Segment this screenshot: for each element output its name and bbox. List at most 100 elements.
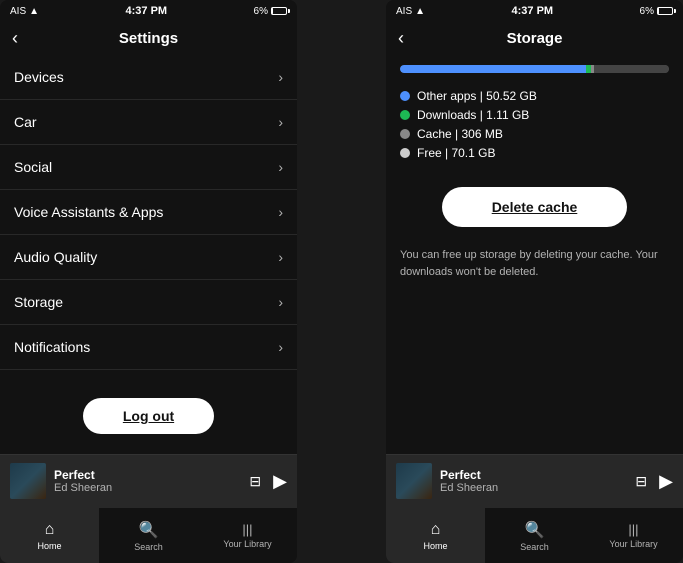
track-artist-right: Ed Sheeran [440, 482, 498, 494]
wifi-icon-left: ▲ [29, 6, 39, 17]
car-label: Car [14, 114, 37, 130]
chevron-social: › [278, 159, 283, 175]
search-icon-right: 🔍 [525, 520, 545, 540]
status-right-right: 6% [640, 6, 673, 17]
nav-library-left[interactable]: ||| Your Library [198, 508, 297, 563]
storage-panel: AIS ▲ 4:37 PM 6% ‹ Storage Other apps | … [386, 0, 683, 563]
storage-legend: Other apps | 50.52 GB Downloads | 1.11 G… [386, 81, 683, 173]
legend-other-apps: Other apps | 50.52 GB [400, 89, 669, 103]
settings-item-notifications[interactable]: Notifications › [0, 325, 297, 370]
voice-label: Voice Assistants & Apps [14, 204, 163, 220]
library-icon-right: ||| [628, 522, 638, 537]
nav-search-right[interactable]: 🔍 Search [485, 508, 584, 563]
dot-free [400, 148, 410, 158]
settings-item-devices[interactable]: Devices › [0, 55, 297, 100]
battery-icon-right [657, 7, 673, 15]
label-cache: Cache | 306 MB [417, 127, 503, 141]
status-left-right: AIS ▲ [396, 6, 425, 17]
status-bar-right: AIS ▲ 4:37 PM 6% [386, 0, 683, 22]
storage-bar-free [594, 65, 669, 73]
dot-cache [400, 129, 410, 139]
storage-label: Storage [14, 294, 63, 310]
legend-free: Free | 70.1 GB [400, 146, 669, 160]
battery-pct-left: 6% [254, 6, 268, 17]
status-left: AIS ▲ [10, 6, 39, 17]
chevron-audio: › [278, 249, 283, 265]
settings-list: Devices › Car › Social › Voice Assistant… [0, 55, 297, 378]
devices-label: Devices [14, 69, 64, 85]
settings-item-storage[interactable]: Storage › [0, 280, 297, 325]
battery-icon-left [271, 7, 287, 15]
home-label-left: Home [37, 541, 61, 551]
now-playing-right[interactable]: Perfect Ed Sheeran ⊟ ▶ [386, 454, 683, 507]
logout-button[interactable]: Log out [83, 398, 214, 434]
label-downloads: Downloads | 1.11 GB [417, 108, 529, 122]
track-info-left: Perfect Ed Sheeran [54, 468, 112, 494]
cast-icon-left[interactable]: ⊟ [249, 473, 261, 490]
nav-home-right[interactable]: ⌂ Home [386, 508, 485, 563]
search-icon-left: 🔍 [139, 520, 159, 540]
now-playing-controls-right: ⊟ ▶ [635, 471, 673, 492]
chevron-voice: › [278, 204, 283, 220]
home-icon-left: ⌂ [45, 521, 55, 539]
cast-icon-right[interactable]: ⊟ [635, 473, 647, 490]
library-label-right: Your Library [609, 539, 657, 549]
play-button-right[interactable]: ▶ [659, 471, 673, 492]
storage-title: Storage [507, 30, 563, 47]
home-icon-right: ⌂ [431, 521, 441, 539]
settings-item-social[interactable]: Social › [0, 145, 297, 190]
dot-downloads [400, 110, 410, 120]
nav-home-left[interactable]: ⌂ Home [0, 508, 99, 563]
carrier-right: AIS [396, 6, 412, 17]
settings-item-car[interactable]: Car › [0, 100, 297, 145]
legend-cache: Cache | 306 MB [400, 127, 669, 141]
nav-library-right[interactable]: ||| Your Library [584, 508, 683, 563]
social-label: Social [14, 159, 52, 175]
chevron-notifications: › [278, 339, 283, 355]
status-right-left: 6% [254, 6, 287, 17]
storage-spacer [386, 286, 683, 454]
now-playing-info-right: Perfect Ed Sheeran [396, 463, 498, 499]
album-art-left [10, 463, 46, 499]
storage-header: ‹ Storage [386, 22, 683, 55]
logout-container: Log out [0, 378, 297, 454]
track-title-right: Perfect [440, 468, 498, 482]
dot-other-apps [400, 91, 410, 101]
status-time-left: 4:37 PM [126, 5, 168, 17]
carrier-left: AIS [10, 6, 26, 17]
back-button-right[interactable]: ‹ [398, 28, 404, 49]
label-other-apps: Other apps | 50.52 GB [417, 89, 537, 103]
home-label-right: Home [423, 541, 447, 551]
chevron-storage: › [278, 294, 283, 310]
label-free: Free | 70.1 GB [417, 146, 496, 160]
album-art-right [396, 463, 432, 499]
legend-downloads: Downloads | 1.11 GB [400, 108, 669, 122]
now-playing-controls-left: ⊟ ▶ [249, 471, 287, 492]
storage-hint: You can free up storage by deleting your… [386, 241, 683, 286]
settings-header: ‹ Settings [0, 22, 297, 55]
settings-item-local-files[interactable]: Local Files › [0, 370, 297, 378]
nav-search-left[interactable]: 🔍 Search [99, 508, 198, 563]
search-label-left: Search [134, 542, 163, 552]
settings-item-voice[interactable]: Voice Assistants & Apps › [0, 190, 297, 235]
delete-cache-button[interactable]: Delete cache [442, 187, 628, 227]
settings-panel: AIS ▲ 4:37 PM 6% ‹ Settings Devices › Ca… [0, 0, 297, 563]
play-button-left[interactable]: ▶ [273, 471, 287, 492]
track-artist-left: Ed Sheeran [54, 482, 112, 494]
back-button-left[interactable]: ‹ [12, 28, 18, 49]
delete-cache-container: Delete cache [386, 173, 683, 241]
library-label-left: Your Library [223, 539, 271, 549]
track-title-left: Perfect [54, 468, 112, 482]
storage-bar-other [400, 65, 586, 73]
now-playing-info-left: Perfect Ed Sheeran [10, 463, 112, 499]
track-info-right: Perfect Ed Sheeran [440, 468, 498, 494]
storage-bar-container [386, 55, 683, 81]
storage-bar [400, 65, 669, 73]
chevron-car: › [278, 114, 283, 130]
now-playing-left[interactable]: Perfect Ed Sheeran ⊟ ▶ [0, 454, 297, 507]
settings-item-audio[interactable]: Audio Quality › [0, 235, 297, 280]
status-bar-left: AIS ▲ 4:37 PM 6% [0, 0, 297, 22]
chevron-devices: › [278, 69, 283, 85]
library-icon-left: ||| [242, 522, 252, 537]
bottom-nav-right: ⌂ Home 🔍 Search ||| Your Library [386, 507, 683, 563]
